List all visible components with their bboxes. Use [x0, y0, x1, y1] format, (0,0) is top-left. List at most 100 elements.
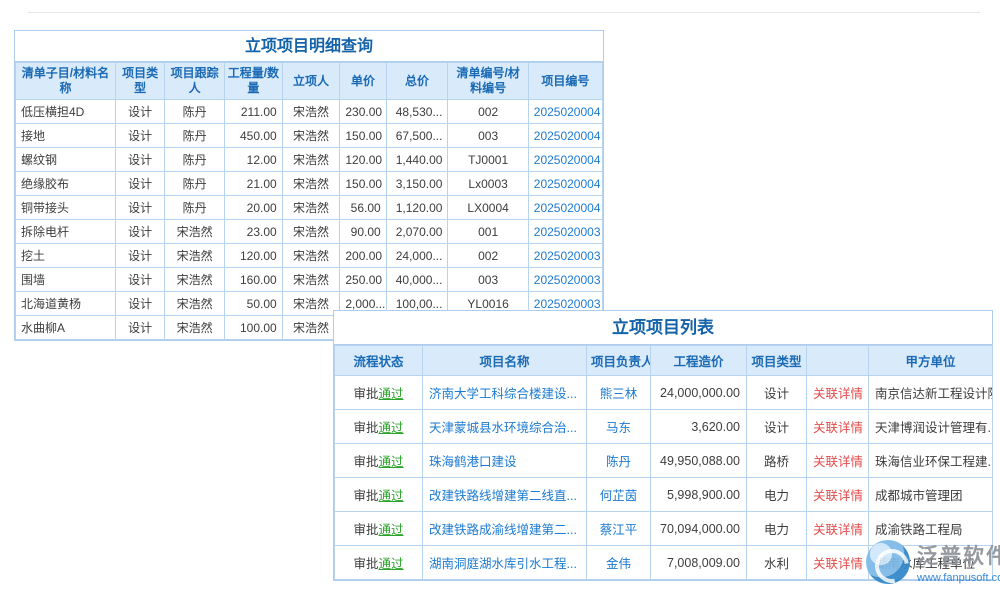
cell-material-name: 铜带接头 [16, 196, 116, 220]
cell-project-type: 路桥 [747, 444, 807, 478]
cell-project-type: 设计 [115, 244, 164, 268]
status-approved-link[interactable]: 通过 [379, 523, 404, 537]
project-name-link[interactable]: 湖南洞庭湖水库引水工程... [429, 557, 577, 571]
fanpusoft-logo-icon [866, 540, 910, 584]
cell-total-price: 2,070.00 [386, 220, 448, 244]
cell-tracker: 宋浩然 [165, 220, 225, 244]
table-row: 围墙设计宋浩然160.00宋浩然250.0040,000...003202502… [16, 268, 603, 292]
cell-material-name: 绝缘胶布 [16, 172, 116, 196]
cell-tracker: 陈丹 [165, 100, 225, 124]
cell-client-unit: 天津博润设计管理有... [869, 410, 993, 444]
relation-detail-link[interactable]: 关联详情 [813, 387, 863, 401]
cell-list-code: 003 [448, 124, 528, 148]
project-manager-link[interactable]: 金伟 [606, 557, 631, 571]
cell-total-price: 40,000... [386, 268, 448, 292]
column-header: 流程状态 [335, 346, 423, 376]
project-id-link[interactable]: 2025020003 [534, 273, 601, 287]
project-manager-link[interactable]: 蔡江平 [600, 523, 638, 537]
relation-detail-link[interactable]: 关联详情 [813, 557, 863, 571]
cell-unit-price: 250.00 [340, 268, 386, 292]
relation-detail-link[interactable]: 关联详情 [813, 455, 863, 469]
cell-project-id: 2025020004 [528, 196, 602, 220]
cell-total-price: 67,500... [386, 124, 448, 148]
status-prefix: 审批 [353, 523, 378, 537]
cell-tracker: 宋浩然 [165, 268, 225, 292]
detail-query-panel: 立项项目明细查询 清单子目/材料名称项目类型项目跟踪人工程量/数量立项人单价总价… [14, 30, 604, 341]
cell-relation-detail: 关联详情 [807, 478, 869, 512]
cell-relation-detail: 关联详情 [807, 410, 869, 444]
project-name-link[interactable]: 济南大学工科综合楼建设... [429, 387, 577, 401]
cell-project-type: 设计 [747, 376, 807, 410]
project-name-link[interactable]: 改建铁路成渝线增建第二... [429, 523, 577, 537]
cell-client-unit: 珠海信业环保工程建... [869, 444, 993, 478]
cell-quantity: 23.00 [225, 220, 283, 244]
status-prefix: 审批 [353, 455, 378, 469]
cell-material-name: 拆除电杆 [16, 220, 116, 244]
project-manager-link[interactable]: 陈丹 [606, 455, 631, 469]
project-id-link[interactable]: 2025020004 [534, 201, 601, 215]
list-panel-title: 立项项目列表 [334, 311, 992, 345]
status-approved-link[interactable]: 通过 [379, 557, 404, 571]
project-id-link[interactable]: 2025020004 [534, 129, 601, 143]
project-name-link[interactable]: 天津蒙城县水环境综合治... [429, 421, 577, 435]
page: 立项项目明细查询 清单子目/材料名称项目类型项目跟踪人工程量/数量立项人单价总价… [0, 0, 1000, 600]
cell-project-cost: 7,008,009.00 [651, 546, 747, 580]
cell-tracker: 宋浩然 [165, 292, 225, 316]
project-manager-link[interactable]: 熊三林 [600, 387, 638, 401]
cell-flow-status: 审批通过 [335, 546, 423, 580]
status-prefix: 审批 [353, 421, 378, 435]
project-id-link[interactable]: 2025020003 [534, 249, 601, 263]
cell-project-cost: 3,620.00 [651, 410, 747, 444]
detail-panel-title: 立项项目明细查询 [15, 31, 603, 62]
detail-table: 清单子目/材料名称项目类型项目跟踪人工程量/数量立项人单价总价清单编号/材料编号… [15, 62, 603, 340]
status-prefix: 审批 [353, 489, 378, 503]
cell-flow-status: 审批通过 [335, 444, 423, 478]
cell-total-price: 3,150.00 [386, 172, 448, 196]
cell-material-name: 水曲柳A [16, 316, 116, 340]
cell-project-cost: 70,094,000.00 [651, 512, 747, 546]
status-approved-link[interactable]: 通过 [379, 387, 404, 401]
relation-detail-link[interactable]: 关联详情 [813, 523, 863, 537]
cell-applicant: 宋浩然 [282, 268, 340, 292]
cell-project-type: 设计 [115, 172, 164, 196]
cell-relation-detail: 关联详情 [807, 444, 869, 478]
status-approved-link[interactable]: 通过 [379, 421, 404, 435]
project-name-link[interactable]: 改建铁路线增建第二线直... [429, 489, 577, 503]
cell-relation-detail: 关联详情 [807, 546, 869, 580]
cell-tracker: 陈丹 [165, 124, 225, 148]
column-header [807, 346, 869, 376]
status-approved-link[interactable]: 通过 [379, 489, 404, 503]
project-id-link[interactable]: 2025020004 [534, 177, 601, 191]
project-name-link[interactable]: 珠海鹤港口建设 [429, 455, 517, 469]
cell-unit-price: 56.00 [340, 196, 386, 220]
cell-material-name: 挖土 [16, 244, 116, 268]
project-id-link[interactable]: 2025020004 [534, 105, 601, 119]
cell-material-name: 接地 [16, 124, 116, 148]
cell-quantity: 12.00 [225, 148, 283, 172]
project-id-link[interactable]: 2025020003 [534, 297, 601, 311]
cell-project-id: 2025020004 [528, 172, 602, 196]
cell-project-type: 设计 [115, 196, 164, 220]
cell-list-code: 001 [448, 220, 528, 244]
cell-relation-detail: 关联详情 [807, 376, 869, 410]
column-header: 立项人 [282, 63, 340, 100]
project-id-link[interactable]: 2025020003 [534, 225, 601, 239]
relation-detail-link[interactable]: 关联详情 [813, 489, 863, 503]
cell-project-name: 珠海鹤港口建设 [423, 444, 587, 478]
cell-material-name: 螺纹钢 [16, 148, 116, 172]
project-manager-link[interactable]: 何芷茵 [600, 489, 638, 503]
cell-applicant: 宋浩然 [282, 196, 340, 220]
cell-unit-price: 200.00 [340, 244, 386, 268]
cell-project-type: 设计 [115, 124, 164, 148]
cell-project-id: 2025020003 [528, 268, 602, 292]
cell-unit-price: 150.00 [340, 124, 386, 148]
status-approved-link[interactable]: 通过 [379, 455, 404, 469]
project-id-link[interactable]: 2025020004 [534, 153, 601, 167]
column-header: 工程造价 [651, 346, 747, 376]
relation-detail-link[interactable]: 关联详情 [813, 421, 863, 435]
detail-header-row: 清单子目/材料名称项目类型项目跟踪人工程量/数量立项人单价总价清单编号/材料编号… [16, 63, 603, 100]
project-manager-link[interactable]: 马东 [606, 421, 631, 435]
cell-total-price: 1,120.00 [386, 196, 448, 220]
cell-project-id: 2025020004 [528, 100, 602, 124]
watermark-url: www.fanpusoft.com [917, 572, 1000, 584]
